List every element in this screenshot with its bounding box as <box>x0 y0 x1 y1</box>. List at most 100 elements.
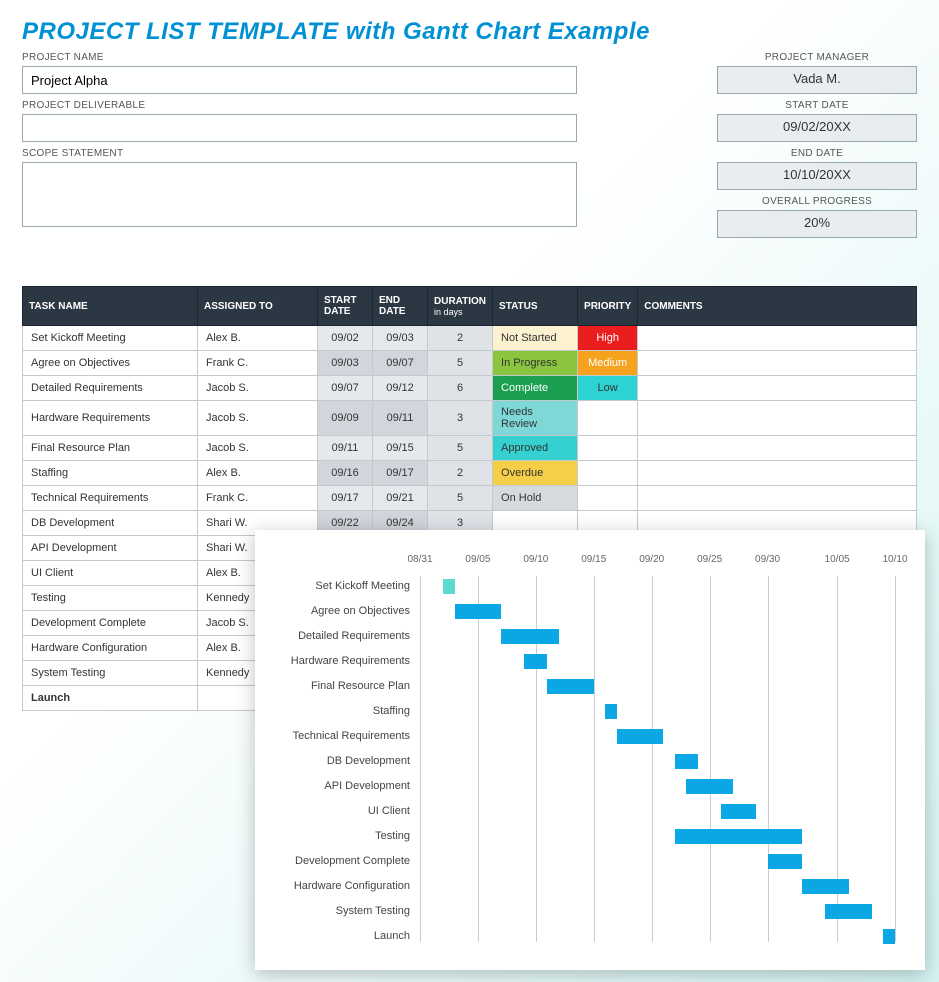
cell-priority <box>578 461 638 486</box>
table-header: TASK NAME ASSIGNED TO START DATE END DAT… <box>23 287 917 326</box>
table-row[interactable]: Final Resource PlanJacob S.09/1109/155Ap… <box>23 436 917 461</box>
table-row[interactable]: Hardware RequirementsJacob S.09/0909/113… <box>23 401 917 436</box>
gantt-bar <box>825 904 871 919</box>
cell-priority <box>578 436 638 461</box>
cell-duration: 5 <box>428 351 493 376</box>
gantt-row-label: UI Client <box>265 805 410 817</box>
table-row[interactable]: Detailed RequirementsJacob S.09/0709/126… <box>23 376 917 401</box>
gantt-row-label: DB Development <box>265 755 410 767</box>
cell-end: 09/11 <box>373 401 428 436</box>
gantt-bar <box>768 854 803 869</box>
cell-assigned: Jacob S. <box>198 376 318 401</box>
cell-status: Not Started <box>493 326 578 351</box>
cell-priority <box>578 486 638 511</box>
gantt-row-label: Testing <box>265 830 410 842</box>
cell-assigned: Frank C. <box>198 351 318 376</box>
gantt-bar <box>605 704 617 719</box>
label-scope: SCOPE STATEMENT <box>22 148 577 159</box>
gantt-bar <box>675 754 698 769</box>
cell-task: Staffing <box>23 461 198 486</box>
gantt-row: UI Client <box>265 801 895 825</box>
project-deliverable-field[interactable] <box>22 114 577 142</box>
cell-comments <box>638 486 917 511</box>
scope-statement-field[interactable] <box>22 162 577 227</box>
cell-end: 09/12 <box>373 376 428 401</box>
label-deliverable: PROJECT DELIVERABLE <box>22 100 577 111</box>
project-name-field[interactable] <box>22 66 577 94</box>
cell-start: 09/03 <box>318 351 373 376</box>
axis-tick: 09/05 <box>465 554 490 565</box>
col-end: END DATE <box>373 287 428 326</box>
cell-status: Complete <box>493 376 578 401</box>
cell-priority: High <box>578 326 638 351</box>
table-row[interactable]: Agree on ObjectivesFrank C.09/0309/075In… <box>23 351 917 376</box>
project-manager-field[interactable]: Vada M. <box>717 66 917 94</box>
table-row[interactable]: Technical RequirementsFrank C.09/1709/21… <box>23 486 917 511</box>
col-status: STATUS <box>493 287 578 326</box>
gantt-row: Launch <box>265 926 895 950</box>
table-row[interactable]: StaffingAlex B.09/1609/172Overdue <box>23 461 917 486</box>
col-duration: DURATIONin days <box>428 287 493 326</box>
gantt-row-label: Hardware Configuration <box>265 880 410 892</box>
overall-progress-field: 20% <box>717 210 917 238</box>
axis-tick: 09/20 <box>639 554 664 565</box>
cell-duration: 6 <box>428 376 493 401</box>
label-pm: PROJECT MANAGER <box>717 52 917 63</box>
gantt-bar <box>721 804 756 819</box>
cell-task: Hardware Requirements <box>23 401 198 436</box>
gantt-row: API Development <box>265 776 895 800</box>
cell-assigned: Jacob S. <box>198 436 318 461</box>
table-row[interactable]: Set Kickoff MeetingAlex B.09/0209/032Not… <box>23 326 917 351</box>
cell-task: System Testing <box>23 661 198 686</box>
gantt-row: Hardware Requirements <box>265 651 895 675</box>
cell-comments <box>638 461 917 486</box>
cell-end: 09/21 <box>373 486 428 511</box>
axis-tick: 09/25 <box>697 554 722 565</box>
gantt-row-label: Development Complete <box>265 855 410 867</box>
gantt-chart: 08/3109/0509/1009/1509/2009/2509/3010/05… <box>255 530 925 970</box>
cell-comments <box>638 376 917 401</box>
gantt-row: Agree on Objectives <box>265 601 895 625</box>
gantt-row-label: Technical Requirements <box>265 730 410 742</box>
gantt-bar <box>501 629 559 644</box>
gantt-bar <box>547 679 593 694</box>
cell-status: Approved <box>493 436 578 461</box>
cell-task: Final Resource Plan <box>23 436 198 461</box>
col-assigned: ASSIGNED TO <box>198 287 318 326</box>
cell-duration: 2 <box>428 326 493 351</box>
label-proj-name: PROJECT NAME <box>22 52 577 63</box>
cell-start: 09/16 <box>318 461 373 486</box>
cell-task: Agree on Objectives <box>23 351 198 376</box>
cell-start: 09/07 <box>318 376 373 401</box>
cell-duration: 2 <box>428 461 493 486</box>
gantt-row-label: Set Kickoff Meeting <box>265 580 410 592</box>
gantt-row-label: Detailed Requirements <box>265 630 410 642</box>
end-date-field[interactable]: 10/10/20XX <box>717 162 917 190</box>
gantt-bar <box>802 879 848 894</box>
gantt-row: Set Kickoff Meeting <box>265 576 895 600</box>
gridline <box>895 576 896 942</box>
gantt-row: DB Development <box>265 751 895 775</box>
col-comments: COMMENTS <box>638 287 917 326</box>
cell-status: Needs Review <box>493 401 578 436</box>
cell-task: Hardware Configuration <box>23 636 198 661</box>
cell-comments <box>638 436 917 461</box>
cell-task: Detailed Requirements <box>23 376 198 401</box>
gantt-row-label: Agree on Objectives <box>265 605 410 617</box>
cell-task: API Development <box>23 536 198 561</box>
gantt-row-label: API Development <box>265 780 410 792</box>
cell-assigned: Alex B. <box>198 326 318 351</box>
gantt-row: Technical Requirements <box>265 726 895 750</box>
cell-task: Launch <box>23 686 198 711</box>
gantt-bar <box>675 829 802 844</box>
cell-end: 09/15 <box>373 436 428 461</box>
gantt-bar <box>443 579 455 594</box>
gantt-row: Staffing <box>265 701 895 725</box>
start-date-field[interactable]: 09/02/20XX <box>717 114 917 142</box>
cell-start: 09/09 <box>318 401 373 436</box>
cell-duration: 5 <box>428 486 493 511</box>
cell-end: 09/03 <box>373 326 428 351</box>
gantt-row-label: Hardware Requirements <box>265 655 410 667</box>
gantt-bar <box>524 654 547 669</box>
cell-start: 09/02 <box>318 326 373 351</box>
